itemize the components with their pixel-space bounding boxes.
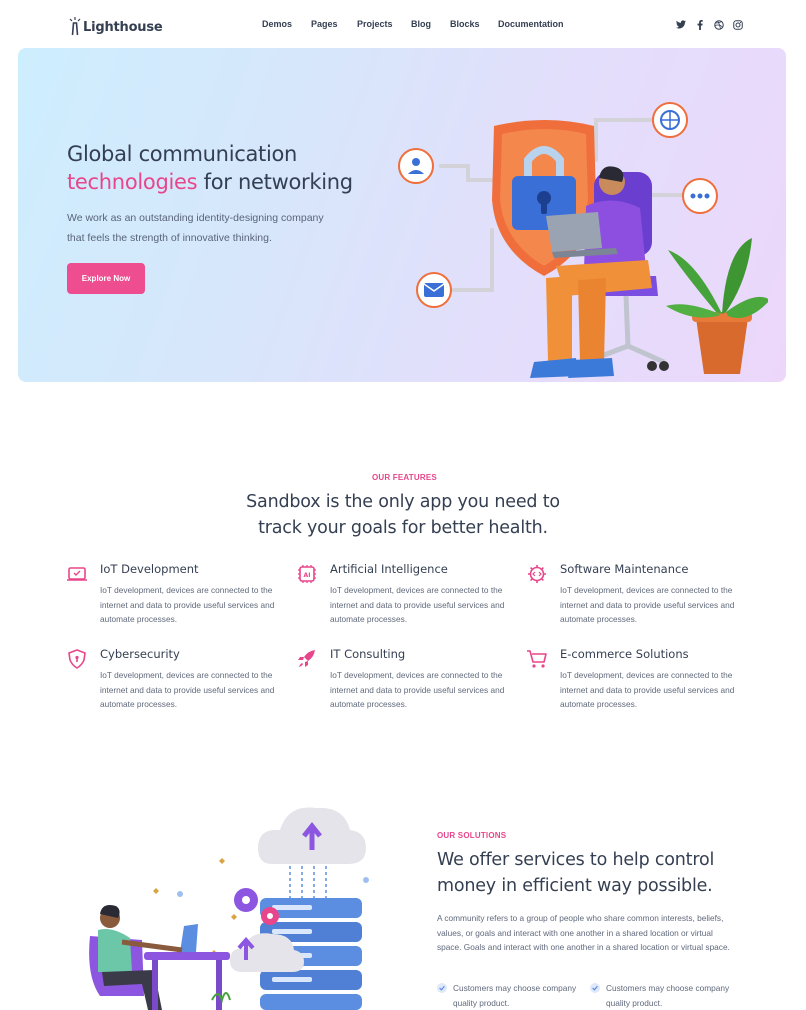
features-title-line1: Sandbox is the only app you need to <box>246 492 560 512</box>
nav-blocks[interactable]: Blocks <box>450 19 480 29</box>
check-icon <box>437 983 447 993</box>
rocket-icon <box>298 650 315 667</box>
feature-desc: IoT development, devices are connected t… <box>330 585 505 624</box>
brand-logo[interactable]: Lighthouse <box>68 14 163 36</box>
hero-section: Global communication technologies for ne… <box>18 48 786 382</box>
solutions-title: We offer services to help control money … <box>437 847 714 899</box>
feature-title: Cybersecurity <box>100 647 180 661</box>
navbar: Lighthouse Demos Pages Projects Blog Blo… <box>0 0 806 50</box>
nav-documentation[interactable]: Documentation <box>498 19 564 29</box>
checklist-item: Customers may choose company quality pro… <box>437 981 577 1010</box>
feature-desc: IoT development, devices are connected t… <box>560 585 735 624</box>
checklist-text: Customers may choose company quality pro… <box>453 983 577 1008</box>
feature-desc: IoT development, devices are connected t… <box>100 585 275 624</box>
solutions-body: A community refers to a group of people … <box>437 913 730 953</box>
hero-illustration <box>398 102 768 378</box>
feature-desc: IoT development, devices are connected t… <box>560 670 735 709</box>
nav-blog[interactable]: Blog <box>411 19 431 29</box>
explore-now-button[interactable]: Explore Now <box>67 263 145 294</box>
features-eyebrow: Our Features <box>372 473 437 482</box>
checklist-item: Customers may choose company quality pro… <box>590 981 730 1010</box>
features-title: Sandbox is the only app you need to trac… <box>0 489 806 541</box>
social-links <box>676 19 743 30</box>
laptop-icon <box>67 567 87 581</box>
nav-projects[interactable]: Projects <box>357 19 393 29</box>
features-title-line2: track your goals for better health. <box>258 518 548 538</box>
feature-title: IoT Development <box>100 562 199 576</box>
brand-name: Lighthouse <box>83 20 163 35</box>
checklist-text: Customers may choose company quality pro… <box>606 983 730 1008</box>
feature-desc: IoT development, devices are connected t… <box>330 670 505 709</box>
instagram-icon[interactable] <box>733 19 743 30</box>
nav-pages[interactable]: Pages <box>311 19 338 29</box>
solutions-illustration <box>89 807 369 1010</box>
nav-demos[interactable]: Demos <box>262 19 292 29</box>
lighthouse-icon <box>68 16 82 36</box>
ai-chip-icon: AI <box>298 565 316 583</box>
check-icon <box>590 983 600 993</box>
feature-title: E-commerce Solutions <box>560 647 689 661</box>
hero-title-line1: Global communication <box>67 142 298 166</box>
hero-subtitle: We work as an outstanding identity-desig… <box>67 212 324 244</box>
solutions-eyebrow: Our Solutions <box>437 831 507 840</box>
feature-title: IT Consulting <box>330 647 406 661</box>
hero-title-accent: technologies <box>67 170 198 194</box>
dribbble-icon[interactable] <box>714 19 724 30</box>
solutions-title-line1: We offer services to help control <box>437 850 715 870</box>
solutions-title-line2: money in efficient way possible. <box>437 876 713 896</box>
hero-title-line2: technologies for networking <box>67 168 353 196</box>
hero-title-rest: for networking <box>197 170 353 194</box>
code-gear-icon <box>528 565 546 583</box>
twitter-icon[interactable] <box>676 19 686 30</box>
shield-icon <box>68 649 86 669</box>
svg-text:AI: AI <box>304 572 311 579</box>
facebook-icon[interactable] <box>695 19 705 30</box>
hero-title: Global communication technologies for ne… <box>67 140 353 196</box>
cart-icon <box>527 650 547 668</box>
feature-desc: IoT development, devices are connected t… <box>100 670 275 709</box>
feature-title: Software Maintenance <box>560 562 689 576</box>
feature-title: Artificial Intelligence <box>330 562 448 576</box>
